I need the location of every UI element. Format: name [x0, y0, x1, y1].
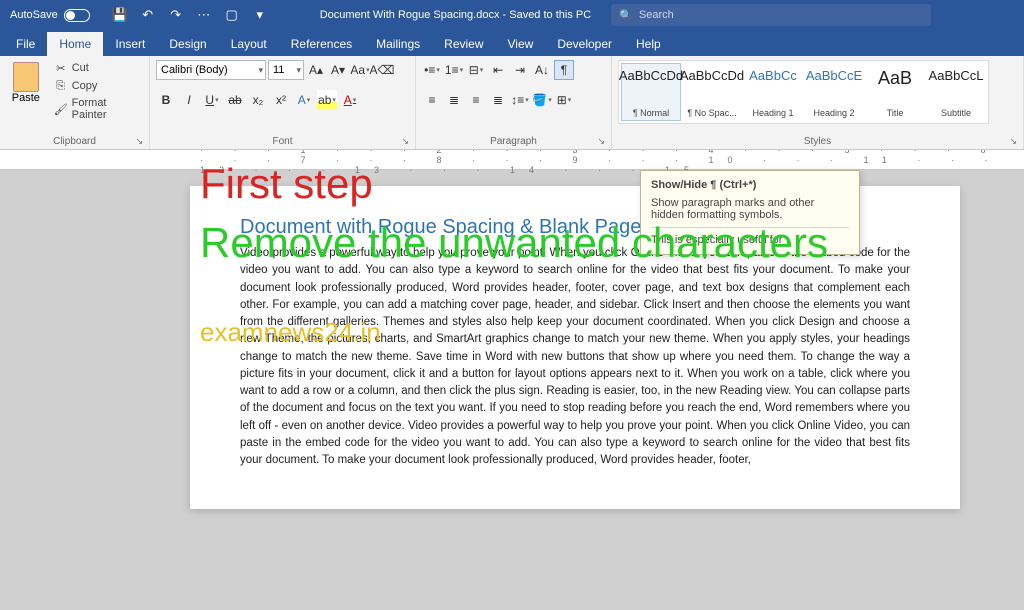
highlight-button[interactable]: ab	[317, 90, 337, 110]
tooltip-body2: This is especially useful for	[651, 234, 849, 246]
bold-button[interactable]: B	[156, 90, 176, 110]
tab-design[interactable]: Design	[157, 32, 218, 56]
tab-insert[interactable]: Insert	[103, 32, 157, 56]
clear-formatting-button[interactable]: A⌫	[372, 60, 392, 80]
save-icon[interactable]: 💾	[110, 5, 130, 25]
decrease-indent-button[interactable]: ⇤	[488, 60, 508, 80]
subscript-button[interactable]: x₂	[248, 90, 268, 110]
copy-button[interactable]: ⎘Copy	[50, 78, 143, 94]
style-no-spacing[interactable]: AaBbCcDd¶ No Spac...	[682, 63, 742, 121]
align-right-button[interactable]: ≡	[466, 90, 486, 110]
show-hide-tooltip: Show/Hide ¶ (Ctrl+*) Show paragraph mark…	[640, 170, 860, 255]
redo-icon[interactable]: ↷	[166, 5, 186, 25]
cut-button[interactable]: ✂Cut	[50, 60, 143, 76]
group-label-paragraph: Paragraph	[490, 136, 537, 147]
align-center-button[interactable]: ≣	[444, 90, 464, 110]
grow-font-button[interactable]: A▴	[306, 60, 326, 80]
tab-references[interactable]: References	[279, 32, 364, 56]
customize-icon[interactable]: ▾	[250, 5, 270, 25]
autosave-toggle[interactable]	[64, 9, 90, 22]
font-color-button[interactable]: A	[340, 90, 360, 110]
text-effects-button[interactable]: A	[294, 90, 314, 110]
document-title: Document With Rogue Spacing.docx - Saved…	[280, 9, 611, 21]
paragraph-dialog-launcher[interactable]: ↘	[597, 136, 605, 147]
search-box[interactable]: 🔍	[611, 4, 931, 26]
tab-help[interactable]: Help	[624, 32, 673, 56]
brush-icon: 🖌	[54, 102, 68, 116]
clipboard-icon	[13, 62, 39, 92]
horizontal-ruler[interactable]: · · · 1 · · · 2 · · · 3 · · · 4 · · · 5 …	[0, 150, 1024, 170]
group-label-font: Font	[272, 136, 292, 147]
font-dialog-launcher[interactable]: ↘	[401, 136, 409, 147]
paste-button[interactable]: Paste	[6, 60, 46, 135]
qat-icon[interactable]: ⋯	[194, 5, 214, 25]
shrink-font-button[interactable]: A▾	[328, 60, 348, 80]
tab-home[interactable]: Home	[47, 32, 103, 56]
tab-file[interactable]: File	[4, 32, 47, 56]
justify-button[interactable]: ≣	[488, 90, 508, 110]
show-hide-button[interactable]: ¶	[554, 60, 574, 80]
increase-indent-button[interactable]: ⇥	[510, 60, 530, 80]
sort-button[interactable]: A↓	[532, 60, 552, 80]
qat-icon[interactable]: ▢	[222, 5, 242, 25]
document-workspace: · · · 1 · · · 2 · · · 3 · · · 4 · · · 5 …	[0, 150, 1024, 610]
tab-review[interactable]: Review	[432, 32, 495, 56]
style-normal[interactable]: AaBbCcDd¶ Normal	[621, 63, 681, 121]
search-icon: 🔍	[619, 9, 633, 22]
scissors-icon: ✂	[54, 61, 68, 75]
underline-button[interactable]: U	[202, 90, 222, 110]
tooltip-body: Show paragraph marks and other hidden fo…	[651, 197, 849, 221]
undo-icon[interactable]: ↶	[138, 5, 158, 25]
style-title[interactable]: AaBTitle	[865, 63, 925, 121]
ribbon-tabs: File Home Insert Design Layout Reference…	[0, 30, 1024, 56]
autosave-label: AutoSave	[10, 9, 58, 21]
document-body[interactable]: Video provides a powerful way to help yo…	[240, 245, 910, 469]
tab-view[interactable]: View	[496, 32, 546, 56]
shading-button[interactable]: 🪣	[532, 90, 552, 110]
paste-label: Paste	[12, 92, 40, 104]
tab-layout[interactable]: Layout	[219, 32, 279, 56]
style-heading2[interactable]: AaBbCcEHeading 2	[804, 63, 864, 121]
numbering-button[interactable]: 1≡	[444, 60, 464, 80]
strikethrough-button[interactable]: ab	[225, 90, 245, 110]
superscript-button[interactable]: x²	[271, 90, 291, 110]
clipboard-dialog-launcher[interactable]: ↘	[135, 136, 143, 147]
group-label-styles: Styles	[804, 136, 831, 147]
format-painter-button[interactable]: 🖌Format Painter	[50, 96, 143, 122]
font-size-combo[interactable]: 11	[268, 60, 304, 80]
change-case-button[interactable]: Aa	[350, 60, 370, 80]
italic-button[interactable]: I	[179, 90, 199, 110]
font-family-combo[interactable]: Calibri (Body)	[156, 60, 266, 80]
tab-developer[interactable]: Developer	[545, 32, 624, 56]
bullets-button[interactable]: •≡	[422, 60, 442, 80]
borders-button[interactable]: ⊞	[554, 90, 574, 110]
multilevel-list-button[interactable]: ⊟	[466, 60, 486, 80]
align-left-button[interactable]: ≡	[422, 90, 442, 110]
tooltip-title: Show/Hide ¶ (Ctrl+*)	[651, 179, 849, 191]
styles-gallery[interactable]: AaBbCcDd¶ Normal AaBbCcDd¶ No Spac... Aa…	[618, 60, 989, 124]
copy-icon: ⎘	[54, 79, 68, 93]
style-heading1[interactable]: AaBbCcHeading 1	[743, 63, 803, 121]
search-input[interactable]	[639, 9, 923, 21]
line-spacing-button[interactable]: ↕≡	[510, 90, 530, 110]
styles-dialog-launcher[interactable]: ↘	[1009, 136, 1017, 147]
tab-mailings[interactable]: Mailings	[364, 32, 432, 56]
group-label-clipboard: Clipboard	[53, 136, 96, 147]
style-subtitle[interactable]: AaBbCcLSubtitle	[926, 63, 986, 121]
